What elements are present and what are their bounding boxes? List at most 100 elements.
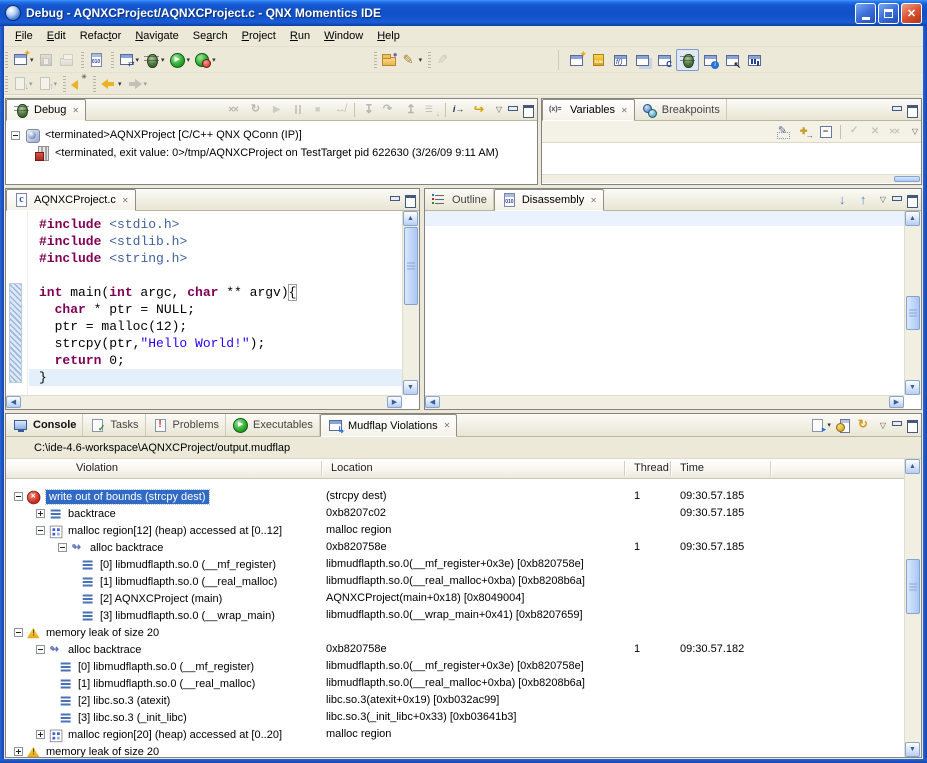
debug-launch-button[interactable]: ▾ <box>141 49 167 71</box>
variables-content[interactable] <box>542 143 921 183</box>
chart-view-button[interactable] <box>744 49 765 71</box>
target-window-dropdown-icon[interactable]: ▾ <box>136 56 140 64</box>
expander-minus-icon[interactable] <box>14 628 23 637</box>
violation-row[interactable]: [3] libmudflapth.so.0 (__wrap_main)libmu… <box>6 607 904 624</box>
scroll-down-icon[interactable]: ▼ <box>403 380 418 395</box>
code-editor[interactable]: #include <stdio.h>#include <stdlib.h>#in… <box>29 211 402 395</box>
scroll-right-icon[interactable]: ▶ <box>387 396 402 408</box>
minimize-view-icon[interactable] <box>506 104 519 116</box>
violation-row[interactable]: [0] libmudflapth.so.0 (__mf_register)lib… <box>6 658 904 675</box>
c-view-button[interactable] <box>654 49 675 71</box>
column-header-location[interactable]: Location <box>331 462 373 474</box>
violation-row[interactable]: [2] libc.so.3 (atexit)libc.so.3(atexit+0… <box>6 692 904 709</box>
v-scrollbar-thumb[interactable] <box>404 227 418 305</box>
violation-row[interactable]: alloc backtrace0xb820758e109:30.57.185 <box>6 539 904 556</box>
close-button[interactable]: ✕ <box>901 3 922 24</box>
minimize-button[interactable] <box>855 3 876 24</box>
sun-perspective-button[interactable] <box>588 49 609 71</box>
menu-window[interactable]: Window <box>317 28 370 44</box>
expander-plus-icon[interactable] <box>36 730 45 739</box>
minimize-view-icon[interactable] <box>890 194 903 206</box>
violation-row[interactable]: [1] libmudflapth.so.0 (__real_malloc)lib… <box>6 573 904 590</box>
expander-minus-icon[interactable] <box>36 526 45 535</box>
debug-tab-debug[interactable]: Debug✕ <box>6 99 86 121</box>
scroll-up-icon[interactable]: ▲ <box>403 211 418 226</box>
back-history-button[interactable]: ▾ <box>98 73 124 95</box>
minimize-view-icon[interactable] <box>890 104 903 116</box>
debug-perspective-button[interactable] <box>676 49 699 71</box>
maximize-view-icon[interactable] <box>403 194 416 206</box>
column-separator[interactable] <box>321 461 322 476</box>
column-separator[interactable] <box>770 461 771 476</box>
maximize-view-icon[interactable] <box>521 104 534 116</box>
scroll-up-icon[interactable]: ▲ <box>905 211 920 226</box>
add-global-variables-button[interactable] <box>795 122 816 142</box>
table-header[interactable]: ViolationLocationThreadTime <box>6 459 904 479</box>
minimize-view-icon[interactable] <box>388 194 401 206</box>
disassembly-content[interactable]: ▲ ▼ ◀ ▶ <box>425 211 921 409</box>
column-separator[interactable] <box>670 461 671 476</box>
menu-run[interactable]: Run <box>283 28 317 44</box>
h-scrollbar[interactable]: ◀ ▶ <box>425 395 904 409</box>
violation-row[interactable]: memory leak of size 20 <box>6 624 904 641</box>
menu-project[interactable]: Project <box>235 28 283 44</box>
v-scrollbar[interactable]: ▲ ▼ <box>904 211 921 395</box>
menu-refactor[interactable]: Refactor <box>73 28 129 44</box>
annotate-button[interactable]: ▾ <box>399 49 425 71</box>
expander-minus-icon[interactable] <box>36 645 45 654</box>
function-view-button[interactable] <box>610 49 631 71</box>
debug-launch-dropdown-icon[interactable]: ▾ <box>161 56 165 64</box>
close-tab-icon[interactable]: ✕ <box>621 106 628 115</box>
violation-row[interactable]: backtrace0xb8207c0209:30.57.185 <box>6 505 904 522</box>
violation-row[interactable]: [0] libmudflapth.so.0 (__mf_register)lib… <box>6 556 904 573</box>
last-edit-location-button[interactable] <box>68 73 89 95</box>
expander-minus-icon[interactable] <box>14 492 23 501</box>
open-perspective-button[interactable] <box>566 49 587 71</box>
violation-row[interactable]: [2] AQNXCProject (main)AQNXCProject(main… <box>6 590 904 607</box>
column-header-thread[interactable]: Thread <box>634 462 669 474</box>
violation-row[interactable]: malloc region[12] (heap) accessed at [0.… <box>6 522 904 539</box>
column-header-time[interactable]: Time <box>680 462 704 474</box>
prev-annotation-dropdown-icon[interactable]: ▾ <box>54 80 58 88</box>
menu-edit[interactable]: Edit <box>40 28 73 44</box>
violation-row[interactable]: [3] libc.so.3 (_init_libc)libc.so.3(_ini… <box>6 709 904 726</box>
pointer-window-button[interactable] <box>722 49 743 71</box>
pin-columns-button[interactable] <box>833 415 854 435</box>
outline-tab-outline[interactable]: Outline <box>425 189 494 210</box>
view-menu-icon[interactable]: ▽ <box>909 127 921 136</box>
scroll-down-icon[interactable]: ▼ <box>905 742 920 757</box>
bottom-tab-mudflap-violations[interactable]: Mudflap Violations✕ <box>320 414 457 437</box>
view-menu-icon[interactable]: ▽ <box>493 105 505 114</box>
violation-row[interactable]: malloc region[20] (heap) accessed at [0.… <box>6 726 904 743</box>
bottom-tab-problems[interactable]: Problems <box>146 414 226 436</box>
expander-plus-icon[interactable] <box>14 747 23 756</box>
show-type-names-button[interactable] <box>774 122 795 142</box>
run-launch-button[interactable]: ▾ <box>167 49 193 71</box>
run-launch-dropdown-icon[interactable]: ▾ <box>187 56 191 64</box>
bottom-tab-console[interactable]: Console <box>6 414 83 436</box>
violation-row[interactable]: write out of bounds (strcpy dest)(strcpy… <box>6 488 904 505</box>
expander-minus-icon[interactable] <box>58 543 67 552</box>
binary-file-button[interactable] <box>86 49 107 71</box>
debug-tree-row[interactable]: <terminated>AQNXProject [C/C++ QNX QConn… <box>6 126 537 144</box>
debug-tree-row[interactable]: <terminated, exit value: 0>/tmp/AQNXCPro… <box>6 144 537 162</box>
maximize-view-icon[interactable] <box>905 194 918 206</box>
open-import-button[interactable] <box>379 49 399 71</box>
v-scrollbar-thumb[interactable] <box>906 559 920 614</box>
menu-file[interactable]: File <box>8 28 40 44</box>
bottom-tab-executables[interactable]: Executables <box>226 414 320 436</box>
violation-row[interactable]: [1] libmudflapth.so.0 (__real_malloc)lib… <box>6 675 904 692</box>
menu-help[interactable]: Help <box>370 28 407 44</box>
refresh-button[interactable] <box>854 415 875 435</box>
vars-tab-variables[interactable]: Variables✕ <box>542 99 635 121</box>
maximize-view-icon[interactable] <box>905 104 918 116</box>
collapse-all-button[interactable] <box>816 122 837 142</box>
qnx-run-launch-dropdown-icon[interactable]: ▾ <box>212 56 216 64</box>
close-tab-icon[interactable]: ✕ <box>122 196 129 205</box>
editor-tab-aqnxcproject-c[interactable]: AQNXCProject.c✕ <box>6 189 136 211</box>
bottom-tab-tasks[interactable]: Tasks <box>83 414 145 436</box>
instruction-stepping-button[interactable] <box>449 100 470 120</box>
scroll-right-icon[interactable]: ▶ <box>889 396 904 408</box>
scroll-left-icon[interactable]: ◀ <box>425 396 440 408</box>
vars-tab-breakpoints[interactable]: Breakpoints <box>635 99 727 120</box>
